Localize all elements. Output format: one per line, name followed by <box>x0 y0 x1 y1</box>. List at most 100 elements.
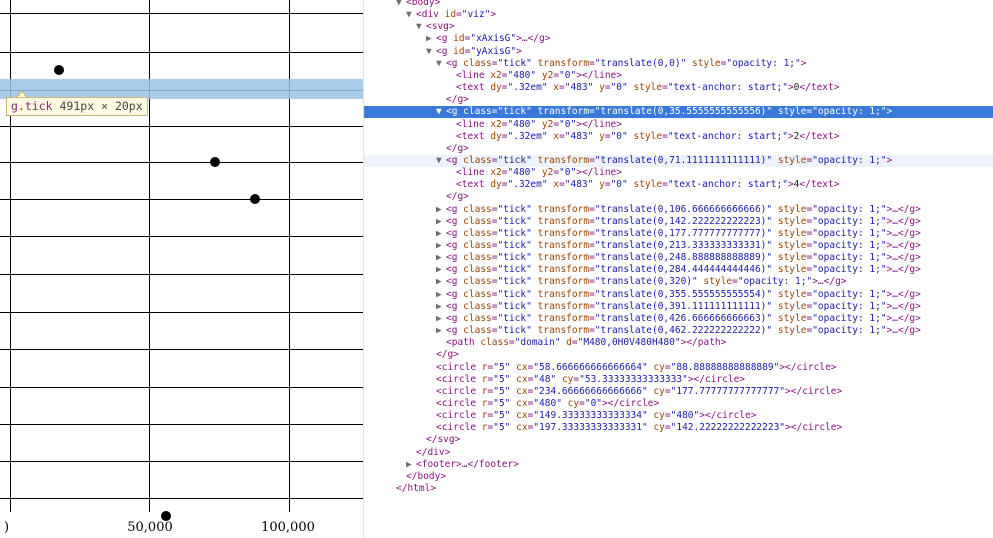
attr-name: class <box>463 264 492 276</box>
attr-name: transform <box>537 288 590 300</box>
grid-lines <box>0 0 363 512</box>
attr-name: transform <box>537 203 590 215</box>
dom-node[interactable]: ▶ <g class="tick" transform="translate(0,… <box>364 264 993 276</box>
dom-node[interactable]: </svg> <box>364 434 993 446</box>
dom-node[interactable]: <line x2="480" y2="0"></line> <box>364 167 993 179</box>
attr-value: "tick" <box>497 106 532 118</box>
attr-value: "translate(0,106.666666666666)" <box>594 203 773 215</box>
tag-token: </g> <box>446 142 469 154</box>
tag-token: ></path> <box>680 337 727 349</box>
x-tick-label: 100,000 <box>261 520 315 535</box>
attr-name: cy <box>653 385 665 397</box>
tag-token: </g> <box>436 349 459 361</box>
dom-node[interactable]: ▼ <g class="tick" transform="translate(0,… <box>364 154 993 167</box>
dom-node[interactable]: </body> <box>364 471 993 483</box>
dom-node[interactable]: ▼ <svg> <box>364 21 993 33</box>
attr-value: "opacity: 1;" <box>812 154 887 166</box>
scatter-dots <box>54 65 260 521</box>
attr-name: class <box>463 203 492 215</box>
dom-node[interactable]: <text dy=".32em" x="483" y="0" style="te… <box>364 82 993 94</box>
collapsed-arrow-icon[interactable]: ▶ <box>406 459 416 471</box>
dom-node-selected[interactable]: ▼ <g class="tick" transform="translate(0,… <box>364 106 993 119</box>
dom-node[interactable]: ▶ <footer>…</footer> <box>364 459 993 471</box>
attr-value: "0" <box>559 167 577 179</box>
collapsed-arrow-icon[interactable]: ▶ <box>436 276 446 288</box>
dom-node[interactable]: <circle r="5" cx="234.66666666666666" cy… <box>364 386 993 398</box>
attr-value: "tick" <box>497 57 532 69</box>
dom-node[interactable]: <text dy=".32em" x="483" y="0" style="te… <box>364 179 993 191</box>
attr-name: style <box>777 264 807 276</box>
expanded-arrow-icon[interactable]: ▼ <box>426 46 436 58</box>
collapsed-arrow-icon[interactable]: ▶ <box>426 33 436 45</box>
attr-value: "0" <box>610 82 628 94</box>
dom-node[interactable]: ▼ <g id="yAxisG"> <box>364 46 993 58</box>
dom-node[interactable]: ▶ <g class="tick" transform="translate(0,… <box>364 228 993 240</box>
attr-name: style <box>777 252 807 264</box>
tag-token: <div <box>416 9 445 21</box>
attr-name: cy <box>561 373 574 385</box>
elements-inspector[interactable]: ▼ <body> ▼ <div id="viz"> ▼ <svg> ▶ <g id="xAxi… <box>363 0 993 538</box>
collapsed-arrow-icon[interactable]: ▶ <box>436 325 446 337</box>
attr-name: style <box>777 203 807 215</box>
dom-node[interactable]: ▶ <g class="tick" transform="translate(0,… <box>364 204 993 216</box>
dom-node[interactable]: ▶ <g class="tick" transform="translate(0,… <box>364 289 993 301</box>
dom-node[interactable]: ▼ <body> <box>364 0 993 9</box>
collapsed-arrow-icon[interactable]: ▶ <box>436 240 446 252</box>
expanded-arrow-icon[interactable]: ▼ <box>436 106 446 118</box>
dom-node[interactable]: </g> <box>364 94 993 106</box>
x-axis-ticks: 50,000 100,000) <box>4 520 315 535</box>
attr-value: "0" <box>610 130 628 142</box>
attr-value: "translate(0,142.222222222223)" <box>594 215 773 227</box>
dom-node[interactable]: <circle r="5" cx="197.33333333333331" cy… <box>364 422 993 434</box>
tag-token: </text> <box>799 130 840 142</box>
tag-token: ></circle> <box>687 373 746 385</box>
attr-value: "opacity: 1;" <box>812 312 887 324</box>
attr-value: "opacity: 1;" <box>812 300 887 312</box>
dom-node[interactable]: </html> <box>364 483 993 495</box>
collapsed-arrow-icon[interactable]: ▶ <box>436 264 446 276</box>
dom-node[interactable]: </g> <box>364 349 993 361</box>
dom-node[interactable]: ▼ <g class="tick" transform="translate(0,… <box>364 58 993 70</box>
collapsed-arrow-icon[interactable]: ▶ <box>436 228 446 240</box>
collapsed-arrow-icon[interactable]: ▶ <box>436 313 446 325</box>
dom-node[interactable]: ▼ <div id="viz"> <box>364 9 993 21</box>
dom-node[interactable]: ▶ <g class="tick" transform="translate(0,… <box>364 252 993 264</box>
dom-node[interactable]: <path class="domain" d="M480,0H0V480H480… <box>364 337 993 349</box>
attr-value: "234.66666666666666" <box>533 385 648 397</box>
dom-node[interactable]: <line x2="480" y2="0"></line> <box>364 119 993 131</box>
dom-node[interactable]: </g> <box>364 191 993 203</box>
collapsed-arrow-icon[interactable]: ▶ <box>436 252 446 264</box>
collapsed-arrow-icon[interactable]: ▶ <box>436 204 446 216</box>
expanded-arrow-icon[interactable]: ▼ <box>406 9 416 21</box>
dom-node[interactable]: ▶ <g id="xAxisG">…</g> <box>364 33 993 45</box>
dom-node[interactable]: </g> <box>364 143 993 155</box>
tag-token: <line <box>456 118 491 130</box>
dom-node[interactable]: <text dy=".32em" x="483" y="0" style="te… <box>364 131 993 143</box>
expanded-arrow-icon[interactable]: ▼ <box>416 21 426 33</box>
expanded-arrow-icon[interactable]: ▼ <box>436 58 446 70</box>
dom-node[interactable]: <circle r="5" cx="149.33333333333334" cy… <box>364 410 993 422</box>
dom-node[interactable]: ▶ <g class="tick" transform="translate(0,… <box>364 276 993 288</box>
dom-node[interactable]: ▶ <g class="tick" transform="translate(0,… <box>364 313 993 325</box>
attr-value: "translate(0,35.5555555555556)" <box>594 106 773 118</box>
dom-node[interactable]: <circle r="5" cx="58.666666666666664" cy… <box>364 362 993 374</box>
tag-token: > <box>886 154 893 166</box>
attr-value: "text-anchor: start;" <box>667 130 788 142</box>
dom-node[interactable]: </div> <box>364 447 993 459</box>
tooltip-unit-w: px <box>80 99 95 113</box>
dom-node[interactable]: <circle r="5" cx="48" cy="53.33333333333… <box>364 374 993 386</box>
dom-node[interactable]: ▶ <g class="tick" transform="translate(0,… <box>364 240 993 252</box>
dom-node[interactable]: ▶ <g class="tick" transform="translate(0,… <box>364 216 993 228</box>
dom-node[interactable]: <circle r="5" cx="480" cy="0"></circle> <box>364 398 993 410</box>
collapsed-arrow-icon[interactable]: ▶ <box>436 301 446 313</box>
collapsed-arrow-icon[interactable]: ▶ <box>436 216 446 228</box>
dom-node[interactable]: ▶ <g class="tick" transform="translate(0,… <box>364 301 993 313</box>
collapsed-arrow-icon[interactable]: ▶ <box>436 289 446 301</box>
attr-name: transform <box>537 215 590 227</box>
attr-value: "opacity: 1;" <box>812 288 887 300</box>
expanded-arrow-icon[interactable]: ▼ <box>396 0 406 9</box>
dom-node[interactable]: <line x2="480" y2="0"></line> <box>364 70 993 82</box>
expanded-arrow-icon[interactable]: ▼ <box>436 155 446 167</box>
dom-node[interactable]: ▶ <g class="tick" transform="translate(0,… <box>364 325 993 337</box>
attr-name: style <box>777 106 807 118</box>
